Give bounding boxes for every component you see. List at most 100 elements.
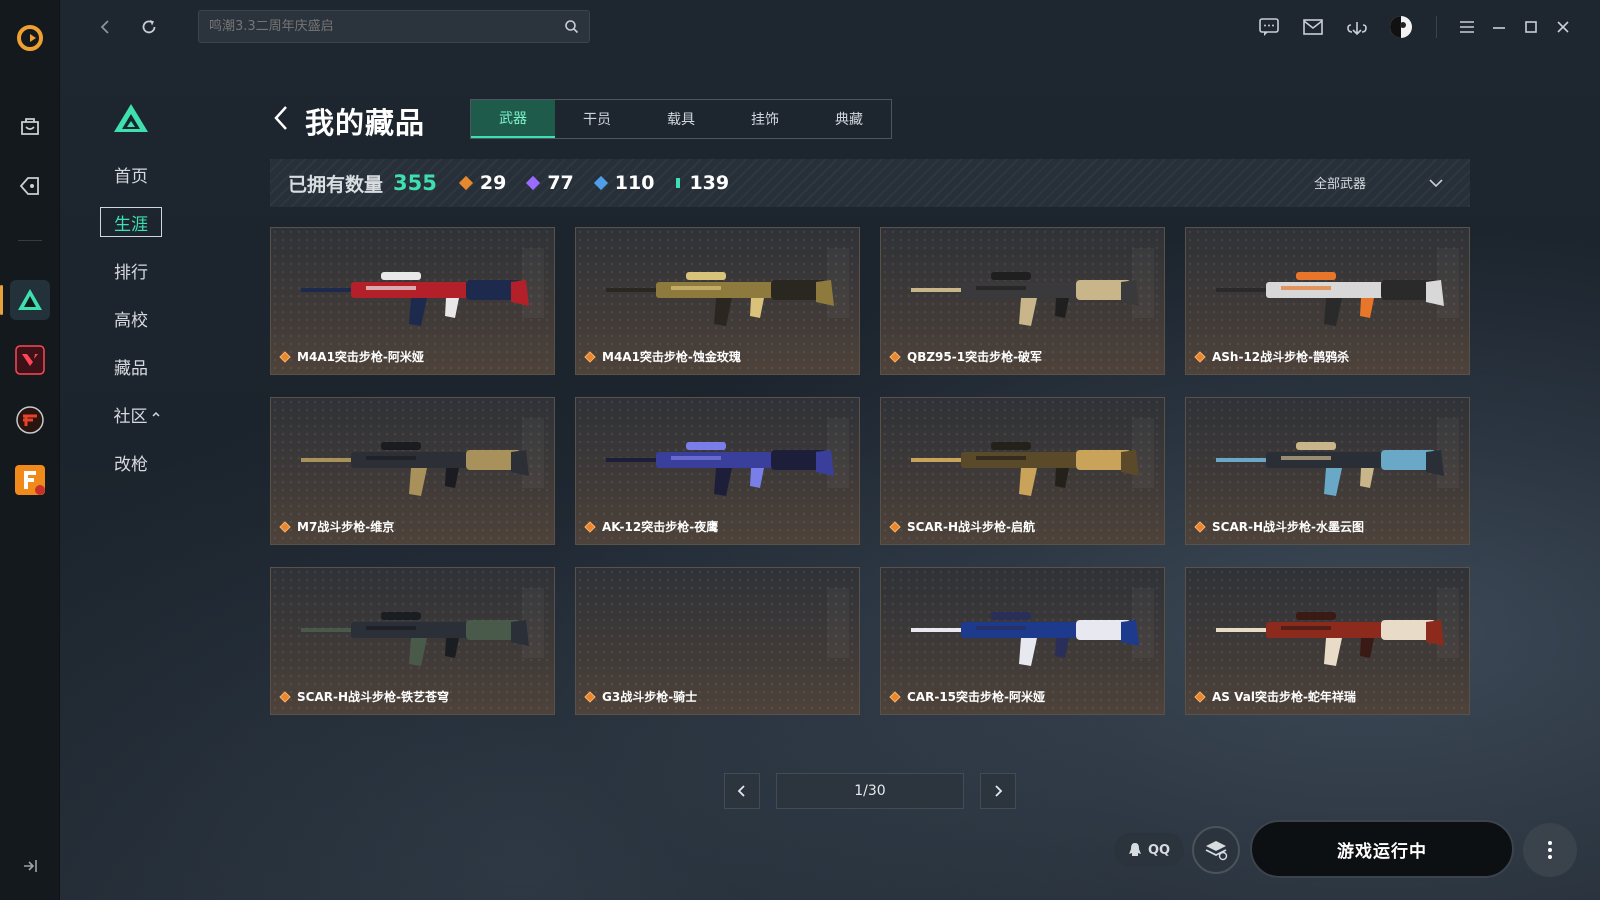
valorant-game-icon[interactable] — [10, 340, 50, 380]
more-options-button[interactable] — [1523, 823, 1577, 877]
item-name: M4A1突击步枪-蚀金玫瑰 — [584, 348, 741, 365]
expand-sidebar-icon[interactable] — [10, 846, 50, 886]
tab-prestige[interactable]: 典藏 — [807, 100, 891, 138]
search-icon[interactable] — [564, 19, 579, 34]
weapon-shape — [409, 638, 427, 666]
weapon-shape — [991, 442, 1031, 450]
sidenav-item-community-label: 社区 — [113, 406, 148, 427]
more-vertical-icon — [1548, 841, 1552, 859]
weapon-shape — [366, 456, 416, 460]
orange-gem-icon — [458, 175, 473, 191]
item-name-text: M4A1突击步枪-蚀金玫瑰 — [602, 350, 741, 364]
qq-penguin-icon — [1128, 843, 1141, 856]
minimize-icon[interactable] — [1486, 14, 1512, 40]
topbar-divider — [1436, 16, 1437, 38]
weapon-shape — [750, 298, 764, 318]
item-card[interactable]: AS Val突击步枪-蛇年祥瑞 — [1185, 567, 1470, 715]
download-icon[interactable] — [1344, 14, 1370, 40]
item-card[interactable]: SCAR-H战斗步枪-铁艺苍穹 — [270, 567, 555, 715]
crossfire-game-icon[interactable] — [10, 400, 50, 440]
weapon-shape — [991, 612, 1031, 620]
avatar[interactable] — [1388, 14, 1414, 40]
item-name: ASh-12战斗步枪-鹊鸦杀 — [1194, 348, 1349, 365]
item-card[interactable]: SCAR-H战斗步枪-水墨云图 — [1185, 397, 1470, 545]
app-rail — [0, 0, 60, 900]
tab-operators[interactable]: 干员 — [555, 100, 639, 138]
tab-vehicles[interactable]: 载具 — [639, 100, 723, 138]
item-name-text: QBZ95-1突击步枪-破军 — [907, 350, 1043, 364]
weapon-shape — [816, 280, 834, 306]
sidenav-item-career[interactable]: 生涯 — [100, 207, 162, 237]
item-name: QBZ95-1突击步枪-破军 — [889, 348, 1043, 365]
item-name-text: AK-12突击步枪-夜鹰 — [602, 520, 719, 534]
tab-charms[interactable]: 挂饰 — [723, 100, 807, 138]
item-card[interactable]: CAR-15突击步枪-阿米娅 — [880, 567, 1165, 715]
game-running-button[interactable]: 游戏运行中 — [1250, 820, 1514, 878]
sidenav-item-community[interactable]: 社区 — [106, 399, 168, 429]
weapon-shape — [1324, 468, 1342, 496]
sidenav-item-collection[interactable]: 藏品 — [100, 351, 162, 381]
item-name: G3战斗步枪-骑士 — [584, 688, 697, 705]
app-logo-icon[interactable] — [10, 18, 50, 58]
rarity-gem-icon — [584, 520, 596, 533]
weapon-shape — [511, 620, 529, 646]
back-arrow-icon[interactable] — [272, 104, 290, 136]
green-gem-icon — [676, 178, 681, 188]
menu-icon[interactable] — [1454, 14, 1480, 40]
rail-active-indicator — [0, 285, 3, 315]
category-tabs: 武器 干员 载具 挂饰 典藏 — [470, 99, 892, 139]
item-name-text: CAR-15突击步枪-阿米娅 — [907, 690, 1045, 704]
tab-weapons[interactable]: 武器 — [471, 100, 555, 138]
weapon-image — [301, 612, 529, 666]
weapon-image — [911, 612, 1139, 666]
weapon-shape — [1426, 280, 1444, 306]
item-card[interactable]: ASh-12战斗步枪-鹊鸦杀 — [1185, 227, 1470, 375]
qq-account-button[interactable]: QQ — [1114, 833, 1184, 867]
sidenav-item-gunsmith[interactable]: 改枪 — [100, 447, 162, 477]
maximize-icon[interactable] — [1518, 14, 1544, 40]
item-card[interactable]: G3战斗步枪-骑士 — [575, 567, 860, 715]
game-layers-button[interactable] — [1192, 826, 1240, 874]
blue-gem-icon — [593, 175, 608, 191]
weapon-image — [301, 442, 529, 496]
item-card[interactable]: M4A1突击步枪-蚀金玫瑰 — [575, 227, 860, 375]
shop-bag-icon[interactable] — [10, 106, 50, 146]
weapon-image — [1216, 442, 1444, 496]
prev-page-button[interactable] — [724, 773, 760, 809]
nav-back-icon[interactable] — [92, 14, 118, 40]
item-card[interactable]: SCAR-H战斗步枪-启航 — [880, 397, 1165, 545]
next-page-button[interactable] — [980, 773, 1016, 809]
item-name-text: SCAR-H战斗步枪-水墨云图 — [1212, 520, 1364, 534]
item-card[interactable]: M4A1突击步枪-阿米娅 — [270, 227, 555, 375]
search-input[interactable] — [209, 19, 564, 34]
rarity-gem-icon — [279, 690, 291, 703]
chat-icon[interactable] — [1256, 14, 1282, 40]
weapon-shape — [1121, 620, 1139, 646]
weapon-shape — [816, 450, 834, 476]
layers-icon — [1205, 841, 1228, 861]
rarity-gem-icon — [584, 690, 596, 703]
f-game-icon[interactable] — [10, 460, 50, 500]
tier-count-purple-value: 77 — [547, 172, 574, 194]
item-name: AK-12突击步枪-夜鹰 — [584, 518, 719, 535]
weapon-image — [1216, 272, 1444, 326]
game-tag-icon[interactable] — [10, 166, 50, 206]
sidenav-item-college[interactable]: 高校 — [100, 303, 162, 333]
delta-force-logo-icon — [112, 102, 150, 138]
weapon-filter-dropdown[interactable]: 全部武器 — [1314, 173, 1444, 192]
item-card[interactable]: AK-12突击步枪-夜鹰 — [575, 397, 860, 545]
weapon-shape — [445, 638, 459, 658]
weapon-shape — [1055, 468, 1069, 488]
item-card[interactable]: QBZ95-1突击步枪-破军 — [880, 227, 1165, 375]
item-name: CAR-15突击步枪-阿米娅 — [889, 688, 1045, 705]
item-card[interactable]: M7战斗步枪-维京 — [270, 397, 555, 545]
sidenav-item-home[interactable]: 首页 — [100, 159, 162, 189]
delta-force-game-icon[interactable] — [10, 280, 50, 320]
close-icon[interactable] — [1550, 14, 1576, 40]
mail-icon[interactable] — [1300, 14, 1326, 40]
weapon-image — [911, 272, 1139, 326]
sidenav-item-ranking[interactable]: 排行 — [100, 255, 162, 285]
refresh-icon[interactable] — [136, 14, 162, 40]
weapon-shape — [511, 450, 529, 476]
weapon-shape — [1019, 638, 1037, 666]
